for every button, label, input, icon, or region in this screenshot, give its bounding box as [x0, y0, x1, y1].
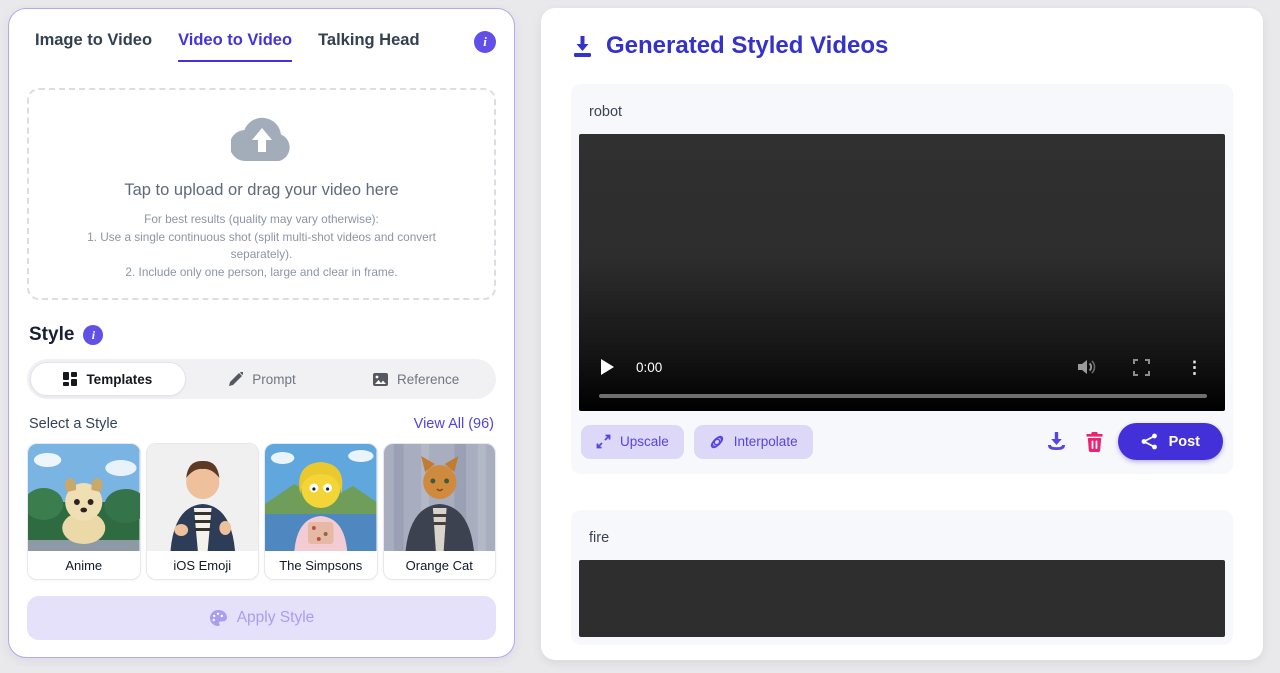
- upload-cloud-icon: [229, 116, 293, 167]
- video-card-robot: robot 0:00 ⋮ Upscale Interpolate Post: [571, 84, 1233, 474]
- image-icon: [373, 372, 389, 386]
- post-label: Post: [1168, 433, 1200, 450]
- style-mode-segmented-control: Templates Prompt Reference: [27, 359, 496, 399]
- video-seekbar[interactable]: [599, 394, 1207, 398]
- delete-video-button[interactable]: [1081, 427, 1108, 456]
- style-heading: Style: [29, 324, 75, 345]
- style-templates-grid: Anime iOS Emoji The Simpsons Orange Cat: [27, 443, 496, 580]
- interpolate-coil-icon: [709, 434, 725, 450]
- interpolate-label: Interpolate: [733, 434, 798, 449]
- apply-style-button[interactable]: Apply Style: [27, 596, 496, 640]
- palette-icon: [209, 609, 227, 627]
- mode-tabs: Image to Video Video to Video Talking He…: [27, 31, 496, 62]
- style-card-anime[interactable]: Anime: [27, 443, 141, 580]
- upload-title: Tap to upload or drag your video here: [124, 181, 399, 199]
- volume-icon[interactable]: [1077, 358, 1097, 376]
- style-studio-panel: Image to Video Video to Video Talking He…: [8, 8, 515, 658]
- style-info-icon[interactable]: i: [83, 325, 104, 345]
- download-header-icon: [571, 35, 594, 58]
- share-icon: [1141, 433, 1158, 450]
- generated-videos-panel: Generated Styled Videos robot 0:00 ⋮ Ups…: [541, 8, 1263, 660]
- upscale-label: Upscale: [620, 434, 669, 449]
- style-thumbnail-anime: [28, 444, 140, 551]
- segment-reference[interactable]: Reference: [339, 362, 493, 396]
- video-name: robot: [589, 104, 623, 120]
- video-name: fire: [589, 530, 610, 546]
- download-video-button[interactable]: [1042, 427, 1071, 456]
- upload-hints: For best results (quality may vary other…: [87, 212, 436, 280]
- pencil-icon: [229, 372, 244, 386]
- tab-talking-head[interactable]: Talking Head: [318, 31, 419, 62]
- video-player-fire[interactable]: [579, 560, 1225, 637]
- tab-video-to-video[interactable]: Video to Video: [178, 31, 293, 62]
- apply-style-label: Apply Style: [236, 609, 315, 626]
- style-thumbnail-the-simpsons: [265, 444, 377, 551]
- segment-templates[interactable]: Templates: [30, 362, 186, 396]
- style-name: The Simpsons: [265, 551, 377, 579]
- info-icon[interactable]: i: [474, 31, 496, 53]
- style-thumbnail-ios-emoji: [146, 444, 258, 551]
- video-card-fire: fire: [571, 510, 1233, 645]
- style-name: iOS Emoji: [146, 551, 258, 579]
- tab-image-to-video[interactable]: Image to Video: [35, 31, 152, 62]
- style-name: Orange Cat: [383, 551, 495, 579]
- generated-videos-title: Generated Styled Videos: [606, 32, 889, 59]
- style-card-orange-cat[interactable]: Orange Cat: [382, 443, 496, 580]
- segment-templates-label: Templates: [86, 371, 153, 387]
- upscale-button[interactable]: Upscale: [581, 424, 684, 459]
- post-button[interactable]: Post: [1117, 423, 1223, 460]
- style-card-ios-emoji[interactable]: iOS Emoji: [145, 443, 259, 580]
- video-time: 0:00: [636, 359, 663, 375]
- upscale-expand-icon: [596, 434, 611, 449]
- fullscreen-icon[interactable]: [1133, 358, 1150, 376]
- interpolate-button[interactable]: Interpolate: [693, 424, 813, 459]
- play-icon[interactable]: [601, 359, 614, 375]
- style-name: Anime: [28, 551, 140, 579]
- view-all-link[interactable]: View All (96): [414, 416, 494, 432]
- style-card-the-simpsons[interactable]: The Simpsons: [264, 443, 378, 580]
- overflow-menu-icon[interactable]: ⋮: [1186, 359, 1203, 376]
- video-upload-dropzone[interactable]: Tap to upload or drag your video here Fo…: [27, 88, 496, 300]
- grid-icon: [63, 372, 78, 386]
- select-style-label: Select a Style: [29, 416, 118, 432]
- style-thumbnail-orange-cat: [383, 444, 495, 551]
- segment-prompt[interactable]: Prompt: [186, 362, 340, 396]
- segment-prompt-label: Prompt: [252, 371, 296, 387]
- video-player-robot[interactable]: 0:00 ⋮: [579, 134, 1225, 411]
- segment-reference-label: Reference: [397, 371, 460, 387]
